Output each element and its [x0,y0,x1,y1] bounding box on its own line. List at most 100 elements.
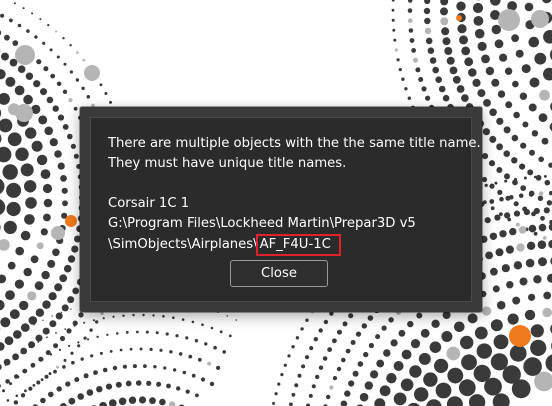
background-dot [541,137,549,145]
object-path-prefix: \SimObjects\Airplanes\ [108,237,258,252]
background-dot [152,314,155,317]
background-dot [58,348,62,351]
background-dot [56,81,62,87]
background-dot [42,327,50,335]
background-dot [429,341,442,354]
background-dot [416,312,423,319]
background-dot [207,361,212,366]
background-dot [516,243,525,252]
background-dot [235,319,238,321]
background-dot [493,334,509,350]
background-dot [5,76,16,87]
background-dot [28,316,38,325]
background-dot [332,338,337,344]
background-dot [66,328,72,334]
gray-dot [51,226,65,240]
background-dot [368,342,374,349]
background-dot [461,94,469,102]
background-dot [460,335,474,350]
gray-dot [531,10,549,28]
background-dot [461,46,471,56]
background-dot [159,398,166,406]
background-dot [544,175,547,178]
background-dot [156,381,162,387]
background-dot [398,68,402,72]
background-dot [9,18,13,23]
background-dot [391,0,395,2]
background-dot [341,357,346,363]
background-dot [496,300,506,310]
background-dot [381,325,387,331]
background-dot [484,217,491,224]
background-dot [491,24,501,35]
background-dot [169,350,173,354]
background-dot [33,80,41,88]
background-dot [485,66,495,76]
background-dot [464,57,474,67]
background-dot [489,183,495,189]
background-dot [43,198,53,208]
background-dot [407,18,413,23]
background-dot [472,78,481,87]
background-dot [44,126,53,136]
background-dot [440,17,449,26]
background-dot [515,49,524,58]
background-dot [12,330,22,339]
background-dot [67,296,75,304]
background-dot [489,199,495,204]
background-dot [48,391,54,398]
background-dot [210,326,214,330]
background-dot [533,275,542,284]
background-dot [491,78,500,87]
background-dot [544,179,551,186]
background-dot [524,2,534,12]
background-dot [521,64,531,74]
background-dot [49,320,57,328]
background-dot [277,382,281,386]
background-dot [474,326,488,340]
background-dot [423,372,438,387]
background-dot [504,173,510,180]
background-dot [182,370,187,375]
background-dot [191,320,195,324]
background-dot [145,330,149,334]
background-dot [30,255,39,264]
background-dot [344,390,351,397]
background-dot [69,70,73,74]
background-dot [22,7,25,10]
close-button[interactable]: Close [230,260,328,287]
background-dot [96,386,103,393]
background-dot [35,308,45,317]
background-dot [46,336,48,339]
background-dot [112,315,115,318]
background-dot [70,308,72,310]
background-dot [540,215,545,221]
background-dot [542,236,547,240]
background-dot [204,342,208,346]
background-dot [456,1,466,11]
background-dot [505,101,513,109]
background-dot [72,287,80,295]
background-dot [135,330,139,334]
background-dot [441,331,453,342]
background-dot [477,41,487,52]
background-dot [43,213,51,222]
background-dot [418,77,424,82]
background-dot [431,319,440,328]
background-dot [494,181,498,185]
error-dialog: There are multiple objects with the the … [90,117,481,302]
background-dot [434,358,449,373]
background-dot [31,140,43,152]
background-dot [165,332,169,336]
background-dot [83,336,87,340]
background-dot [342,321,348,327]
background-dot [44,374,49,379]
background-dot [481,176,488,183]
background-dot [539,89,550,101]
background-dot [172,316,175,320]
background-dot [420,328,430,338]
background-dot [528,293,536,301]
background-dot [26,29,30,33]
background-dot [2,164,18,180]
background-dot [36,154,48,166]
